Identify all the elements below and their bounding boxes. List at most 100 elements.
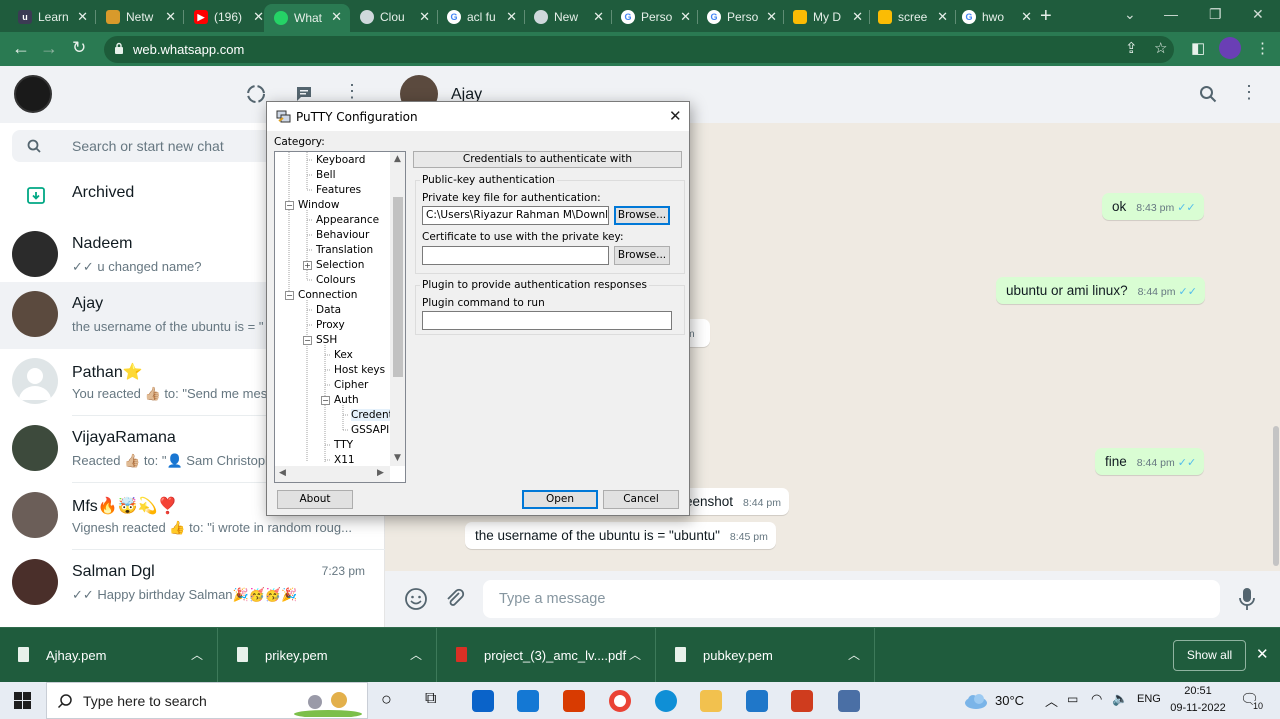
close-icon[interactable]: ✕ [593,9,604,25]
tree-collapse-icon[interactable]: − [303,336,312,345]
tree-item-x11[interactable]: X11 [334,454,355,466]
close-icon[interactable]: ✕ [766,9,777,25]
about-button[interactable]: About [277,490,353,509]
side-panel-icon[interactable]: ◧ [1191,39,1205,57]
tab-my-drive[interactable]: My D ✕ [783,4,871,30]
chevron-up-icon[interactable]: ︿ [848,646,860,663]
download-item[interactable]: pubkey.pem ︿ [657,628,875,683]
window-close-icon[interactable]: ✕ [1252,6,1264,23]
download-item[interactable]: project_(3)_amc_lv....pdf ︿ [438,628,656,683]
tab-screenshots[interactable]: scree ✕ [868,4,956,30]
scroll-up-icon[interactable]: ▲ [394,154,401,164]
message-bubble[interactable]: ok 8:43 pm ✓✓ [1102,193,1204,220]
status-icon[interactable] [246,84,266,104]
message-bubble[interactable]: ubuntu or ami linux? 8:44 pm ✓✓ [996,277,1205,304]
chevron-up-icon[interactable]: ︿ [191,646,203,663]
taskbar-search-box[interactable]: Type here to search [46,682,368,719]
tab-acl[interactable]: G acl fu ✕ [437,4,525,30]
tree-item-connection[interactable]: Connection [298,289,357,301]
close-icon[interactable]: ✕ [1256,645,1269,663]
tree-item-credentials[interactable]: Credenti [351,409,390,421]
minimize-icon[interactable]: — [1164,6,1178,22]
tree-item-kex[interactable]: Kex [334,349,353,361]
browse-certificate-button[interactable]: Browse... [614,246,670,265]
close-icon[interactable]: ✕ [77,9,88,25]
cancel-button[interactable]: Cancel [603,490,679,509]
close-icon[interactable]: ✕ [506,9,517,25]
volume-icon[interactable]: 🔈 [1112,691,1128,707]
chevron-up-icon[interactable]: ︿ [410,646,422,663]
bookmark-star-icon[interactable]: ☆ [1154,39,1167,57]
office-icon[interactable] [563,690,585,712]
tree-item-ssh[interactable]: SSH [316,334,337,346]
mail-icon[interactable] [517,690,539,712]
tab-netw[interactable]: Netw ✕ [96,4,184,30]
task-view-icon[interactable]: ⧉ [425,690,436,708]
menu-kebab-icon[interactable]: ⋮ [343,81,361,102]
dialog-titlebar[interactable]: PuTTY Configuration ✕ [267,102,689,131]
download-item[interactable]: Ajhay.pem ︿ [0,628,218,683]
putty-icon[interactable] [838,690,860,712]
tab-youtube[interactable]: ▶ (196) ✕ [184,4,272,30]
chevron-up-icon[interactable]: ︿ [1045,691,1058,710]
chrome-menu-icon[interactable]: ⋮ [1255,39,1270,57]
tab-perso-2[interactable]: G Perso ✕ [697,4,785,30]
close-icon[interactable]: ✕ [253,9,264,25]
windows-start-icon[interactable] [14,692,31,709]
tab-learn[interactable]: u Learn ✕ [8,4,96,30]
forward-arrow-icon[interactable]: → [40,38,58,59]
office-icon[interactable] [791,690,813,712]
tree-item-window[interactable]: Window [298,199,339,211]
close-icon[interactable]: ✕ [331,9,342,25]
share-icon[interactable]: ⇪ [1125,39,1138,57]
tree-expand-icon[interactable]: + [303,261,312,270]
cortana-icon[interactable]: ○ [381,689,392,710]
close-icon[interactable]: ✕ [1021,9,1032,25]
message-bubble[interactable]: eenshot 8:44 pm [675,488,789,515]
tree-item-keyboard[interactable]: Keyboard [316,154,365,166]
wifi-icon[interactable]: ◠ [1091,691,1102,707]
my-avatar[interactable] [14,75,52,113]
tree-item-auth[interactable]: Auth [334,394,359,406]
tree-item-translation[interactable]: Translation [316,244,373,256]
address-bar[interactable]: web.whatsapp.com [104,36,1174,63]
show-all-button[interactable]: Show all [1173,640,1246,671]
tree-item-behaviour[interactable]: Behaviour [316,229,369,241]
chevron-up-icon[interactable]: ︿ [629,646,641,663]
tree-item-cipher[interactable]: Cipher [334,379,368,391]
tab-hwo[interactable]: G hwo ✕ [952,4,1040,30]
search-icon[interactable] [1199,85,1217,103]
tree-item-proxy[interactable]: Proxy [316,319,345,331]
close-icon[interactable]: ✕ [937,9,948,25]
back-arrow-icon[interactable]: ← [12,38,30,59]
tab-search-chevron-icon[interactable]: ⌄ [1124,6,1136,23]
tree-vertical-scrollbar[interactable]: ▲ ▼ [390,152,405,466]
tree-horizontal-scrollbar[interactable]: ◀ ▶ [275,466,390,482]
open-button[interactable]: Open [522,490,598,509]
scroll-down-icon[interactable]: ▼ [394,453,401,463]
tree-item-tty[interactable]: TTY [334,439,353,451]
download-item[interactable]: prikey.pem ︿ [219,628,437,683]
category-tree[interactable]: Keyboard Bell Features − Window Appearan… [274,151,406,483]
microphone-icon[interactable] [1238,587,1256,611]
restore-icon[interactable]: ❐ [1209,6,1222,23]
menu-kebab-icon[interactable]: ⋮ [1240,82,1258,103]
clock-time[interactable]: 20:51 [1172,685,1224,697]
tree-item-gssapi[interactable]: GSSAPI [351,424,389,436]
scroll-right-icon[interactable]: ▶ [377,468,384,478]
tree-item-host-keys[interactable]: Host keys [334,364,385,376]
tree-collapse-icon[interactable]: − [285,291,294,300]
tree-collapse-icon[interactable]: − [321,396,330,405]
emoji-icon[interactable] [404,587,428,611]
close-icon[interactable]: ✕ [419,9,430,25]
tree-item-colours[interactable]: Colours [316,274,356,286]
message-bubble[interactable]: the username of the ubuntu is = "ubuntu"… [465,522,776,549]
tree-item-features[interactable]: Features [316,184,361,196]
close-icon[interactable]: ✕ [852,9,863,25]
chat-item-salman[interactable]: Salman Dgl ✓✓ Happy birthday Salman🎉🥳🥳🎉 … [0,550,385,617]
close-icon[interactable]: ✕ [165,9,176,25]
weather-cloud-icon[interactable] [963,693,989,709]
clock-date[interactable]: 09-11-2022 [1169,702,1227,714]
tree-item-bell[interactable]: Bell [316,169,336,181]
battery-icon[interactable]: ▭ [1067,692,1078,706]
